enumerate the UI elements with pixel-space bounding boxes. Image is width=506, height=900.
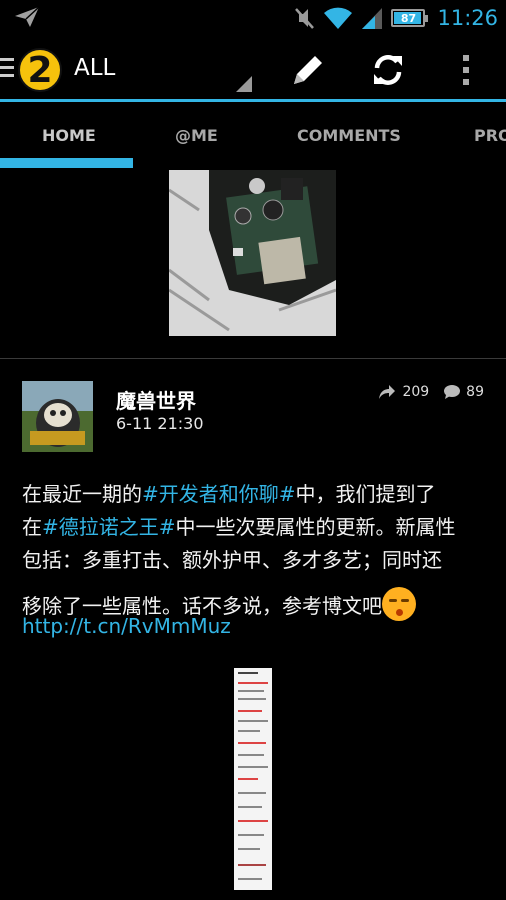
post-divider [0,358,506,359]
avatar[interactable] [22,381,93,452]
account-selector[interactable]: ALL [74,55,115,81]
post-link[interactable]: http://t.cn/RvMmMuz [22,614,231,638]
hashtag-link[interactable]: #德拉诺之王# [42,515,176,539]
battery-level: 87 [400,11,417,25]
tab-profile[interactable]: PRO [474,126,506,145]
refresh-icon [374,55,402,85]
menu-icon[interactable] [0,58,14,78]
hashtag-link[interactable]: #开发者和你聊# [142,482,296,506]
clock: 11:26 [437,6,498,30]
overflow-icon [463,55,469,85]
post-text-segment: 在最近一期的 [22,482,142,506]
post-author[interactable]: 魔兽世界 [116,385,196,414]
post-time: 6-11 21:30 [116,414,204,433]
wifi-icon [324,7,353,29]
comment-count: 89 [466,384,484,400]
signal-icon [362,8,383,29]
post-text-segment: 在 [22,515,42,539]
post-text-segment: 中，我们提到了 [295,482,436,506]
repost-count: 209 [402,384,430,400]
post-long-image[interactable] [234,668,272,890]
post-text-segment: 中一些次要属性的更新。新属性 [175,515,456,539]
battery-icon: 87 [391,9,429,27]
overflow-menu-button[interactable] [444,48,488,92]
tab-me[interactable]: @ME [175,126,218,145]
dropdown-indicator-icon[interactable] [236,76,252,92]
repost-icon [379,385,396,399]
send-icon [15,6,40,27]
mute-icon [295,8,315,29]
post-stats: 209 89 [378,384,484,400]
tab-home[interactable]: HOME [42,126,96,145]
comment-icon [444,385,461,399]
tab-indicator [0,158,133,168]
compose-button[interactable] [286,48,330,92]
action-bar: 2 ALL [0,36,506,100]
account-badge[interactable]: 2 [18,48,62,92]
tab-comments[interactable]: COMMENTS [297,126,401,145]
refresh-button[interactable] [366,48,410,92]
compose-icon [294,56,322,84]
post-text: 在最近一期的#开发者和你聊#中，我们提到了 在#德拉诺之王#中一些次要属性的更新… [22,478,492,623]
emoji-icon [382,587,416,621]
post-text-segment: 包括：多重打击、额外护甲、多才多艺；同时还 [22,548,442,572]
status-bar: 87 11:26 [0,0,506,36]
post-image[interactable] [169,170,336,336]
